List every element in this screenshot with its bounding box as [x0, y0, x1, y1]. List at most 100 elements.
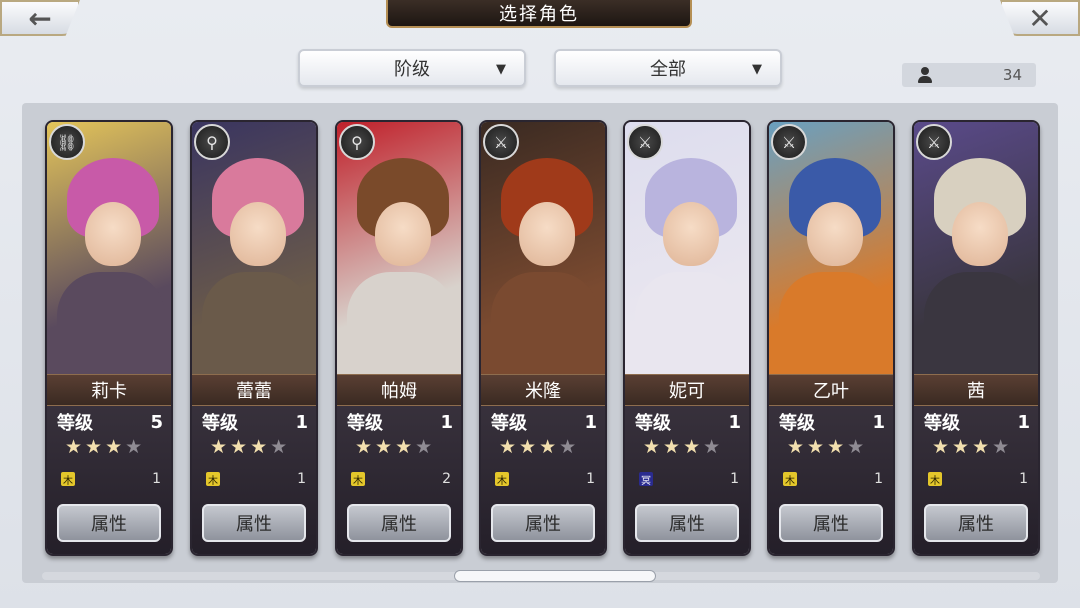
attribute-button[interactable]: 属性 — [924, 504, 1028, 542]
chevron-down-icon: ▼ — [752, 62, 762, 77]
character-card[interactable]: ⚲ 蕾蕾 等级 1 ★ ★ ★ ★ 木 1 属性 — [190, 120, 318, 556]
level-label: 等级 — [347, 413, 383, 434]
star-empty-icon: ★ — [559, 436, 577, 458]
element-icon: 木 — [495, 472, 509, 487]
star-filled-icon: ★ — [65, 436, 83, 458]
element-count: 1 — [730, 471, 739, 487]
element-row: 冥 1 — [639, 470, 739, 488]
level-label: 等级 — [635, 413, 671, 434]
star-filled-icon: ★ — [375, 436, 393, 458]
star-filled-icon: ★ — [663, 436, 681, 458]
character-name: 米隆 — [481, 374, 605, 406]
level-label: 等级 — [924, 413, 960, 434]
level-label: 等级 — [57, 413, 93, 434]
character-card[interactable]: ⚔ 妮可 等级 1 ★ ★ ★ ★ 冥 1 属性 — [623, 120, 751, 556]
star-empty-icon: ★ — [992, 436, 1010, 458]
rank-filter-dropdown[interactable]: 阶级 ▼ — [298, 49, 526, 87]
attribute-button[interactable]: 属性 — [779, 504, 883, 542]
star-filled-icon: ★ — [787, 436, 805, 458]
attribute-button[interactable]: 属性 — [202, 504, 306, 542]
character-portrait: ⚲ — [192, 122, 316, 382]
attribute-button[interactable]: 属性 — [57, 504, 161, 542]
level-row: 等级 1 — [924, 410, 1030, 435]
element-icon: 冥 — [639, 472, 653, 487]
character-portrait: ⛓ — [47, 122, 171, 382]
portrait-face — [663, 202, 719, 266]
character-count-value: 34 — [1002, 66, 1022, 84]
star-filled-icon: ★ — [952, 436, 970, 458]
star-filled-icon: ★ — [539, 436, 557, 458]
element-count: 1 — [1019, 471, 1028, 487]
class-icon: ⚲ — [194, 124, 230, 160]
level-row: 等级 1 — [347, 410, 453, 435]
character-card[interactable]: ⚲ 帕姆 等级 1 ★ ★ ★ ★ 木 2 属性 — [335, 120, 463, 556]
level-value: 1 — [728, 411, 741, 433]
level-row: 等级 5 — [57, 410, 163, 435]
level-value: 5 — [150, 411, 163, 433]
character-name: 蕾蕾 — [192, 374, 316, 406]
character-card[interactable]: ⛓ 莉卡 等级 5 ★ ★ ★ ★ 木 1 属性 — [45, 120, 173, 556]
star-empty-icon: ★ — [270, 436, 288, 458]
portrait-body — [924, 272, 1032, 382]
star-empty-icon: ★ — [415, 436, 433, 458]
level-value: 1 — [295, 411, 308, 433]
portrait-body — [779, 272, 887, 382]
portrait-face — [230, 202, 286, 266]
star-filled-icon: ★ — [395, 436, 413, 458]
attribute-button[interactable]: 属性 — [635, 504, 739, 542]
level-value: 1 — [440, 411, 453, 433]
star-empty-icon: ★ — [703, 436, 721, 458]
star-filled-icon: ★ — [519, 436, 537, 458]
category-filter-dropdown[interactable]: 全部 ▼ — [554, 49, 782, 87]
star-rating: ★ ★ ★ ★ — [210, 436, 288, 458]
character-portrait: ⚲ — [337, 122, 461, 382]
character-name: 莉卡 — [47, 374, 171, 406]
character-name: 乙叶 — [769, 374, 893, 406]
character-info: 茜 等级 1 ★ ★ ★ ★ 木 1 属性 — [914, 374, 1038, 554]
class-icon: ⚲ — [339, 124, 375, 160]
portrait-body — [347, 272, 455, 382]
portrait-face — [85, 202, 141, 266]
element-icon: 木 — [783, 472, 797, 487]
portrait-face — [375, 202, 431, 266]
portrait-face — [519, 202, 575, 266]
scrollbar-thumb[interactable] — [454, 570, 656, 582]
character-info: 蕾蕾 等级 1 ★ ★ ★ ★ 木 1 属性 — [192, 374, 316, 554]
star-empty-icon: ★ — [125, 436, 143, 458]
back-button[interactable]: ← — [0, 0, 80, 36]
star-filled-icon: ★ — [807, 436, 825, 458]
level-row: 等级 1 — [491, 410, 597, 435]
element-count: 1 — [152, 471, 161, 487]
portrait-body — [202, 272, 310, 382]
level-value: 1 — [1017, 411, 1030, 433]
element-row: 木 1 — [61, 470, 161, 488]
star-filled-icon: ★ — [932, 436, 950, 458]
star-rating: ★ ★ ★ ★ — [355, 436, 433, 458]
character-portrait: ⚔ — [481, 122, 605, 382]
star-empty-icon: ★ — [847, 436, 865, 458]
portrait-body — [635, 272, 743, 382]
level-value: 1 — [584, 411, 597, 433]
character-info: 莉卡 等级 5 ★ ★ ★ ★ 木 1 属性 — [47, 374, 171, 554]
element-row: 木 1 — [206, 470, 306, 488]
character-card[interactable]: ⚔ 米隆 等级 1 ★ ★ ★ ★ 木 1 属性 — [479, 120, 607, 556]
character-card[interactable]: ⚔ 乙叶 等级 1 ★ ★ ★ ★ 木 1 属性 — [767, 120, 895, 556]
character-card[interactable]: ⚔ 茜 等级 1 ★ ★ ★ ★ 木 1 属性 — [912, 120, 1040, 556]
rank-filter-label: 阶级 — [394, 59, 430, 80]
attribute-button[interactable]: 属性 — [347, 504, 451, 542]
level-label: 等级 — [779, 413, 815, 434]
star-filled-icon: ★ — [85, 436, 103, 458]
portrait-face — [807, 202, 863, 266]
element-row: 木 1 — [495, 470, 595, 488]
star-filled-icon: ★ — [105, 436, 123, 458]
character-portrait: ⚔ — [914, 122, 1038, 382]
close-button[interactable]: ✕ — [1000, 0, 1080, 36]
star-rating: ★ ★ ★ ★ — [643, 436, 721, 458]
star-filled-icon: ★ — [230, 436, 248, 458]
character-info: 帕姆 等级 1 ★ ★ ★ ★ 木 2 属性 — [337, 374, 461, 554]
star-filled-icon: ★ — [210, 436, 228, 458]
element-icon: 木 — [928, 472, 942, 487]
attribute-button[interactable]: 属性 — [491, 504, 595, 542]
portrait-body — [491, 272, 599, 382]
star-filled-icon: ★ — [355, 436, 373, 458]
